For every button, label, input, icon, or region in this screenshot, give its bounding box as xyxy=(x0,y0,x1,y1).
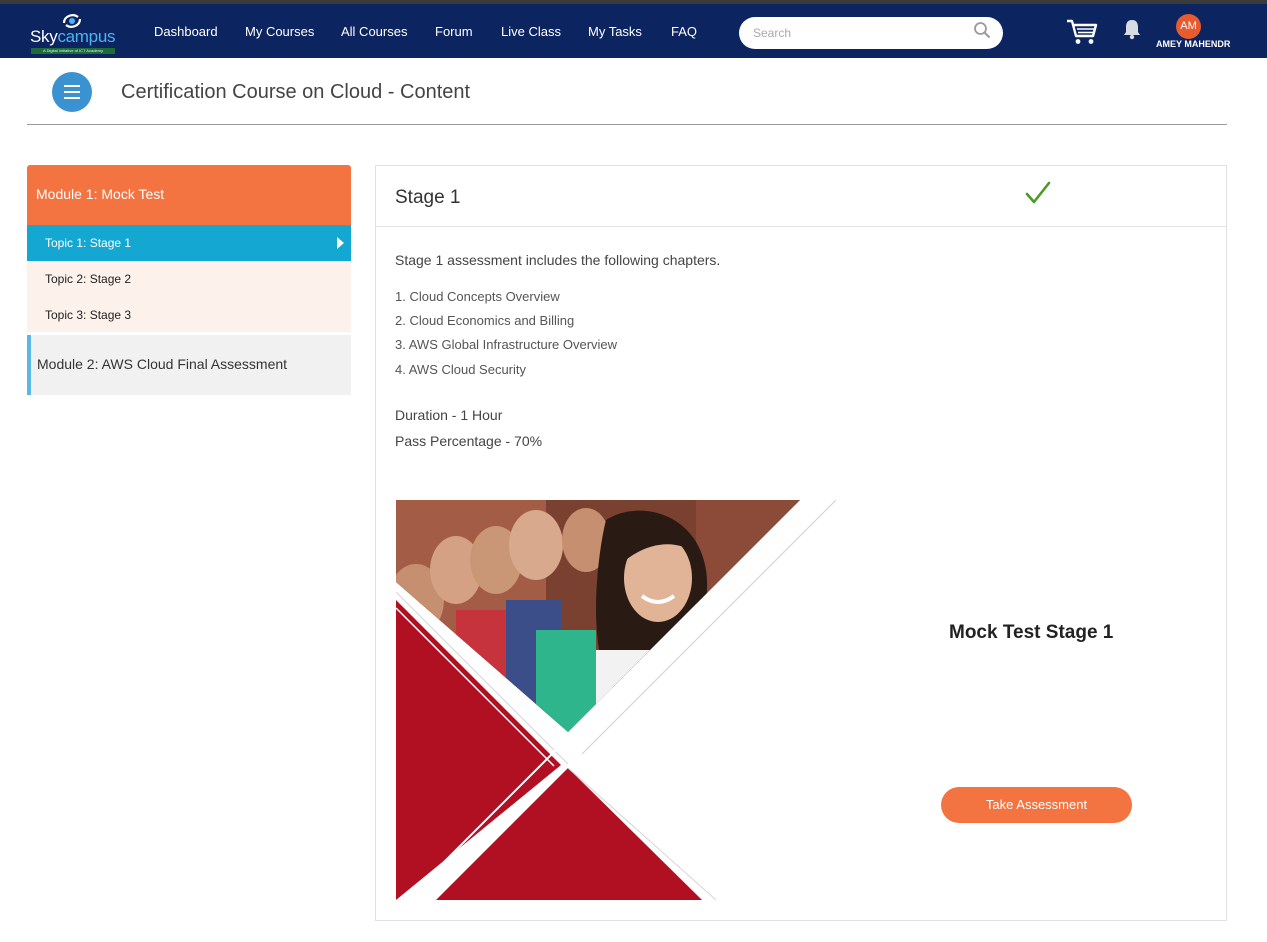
topic-stage-2[interactable]: Topic 2: Stage 2 xyxy=(27,261,351,297)
chapter-item: 4. AWS Cloud Security xyxy=(395,362,527,377)
take-assessment-button[interactable]: Take Assessment xyxy=(941,787,1132,823)
chapter-item: 2. Cloud Economics and Billing xyxy=(395,313,575,328)
nav-dashboard[interactable]: Dashboard xyxy=(154,24,218,39)
stage-title: Stage 1 xyxy=(395,187,461,208)
user-name[interactable]: AMEY MAHENDR xyxy=(1156,39,1230,49)
nav-my-tasks[interactable]: My Tasks xyxy=(588,24,642,39)
caret-right-icon xyxy=(337,237,344,249)
brand-name-part1: Sky xyxy=(30,27,58,46)
promo-image xyxy=(396,500,836,900)
nav-faq[interactable]: FAQ xyxy=(671,24,697,39)
module-2-label: Module 2: AWS Cloud Final Assessment xyxy=(37,356,288,372)
sidebar-module-2[interactable]: Module 2: AWS Cloud Final Assessment xyxy=(27,335,351,395)
brand-name: Skycampus xyxy=(30,27,115,47)
checkmark-icon xyxy=(1025,181,1051,204)
search-input[interactable] xyxy=(753,24,963,42)
brand-logo[interactable]: Skycampus A Digital Initiative of ICT Ac… xyxy=(28,12,120,54)
topic-label: Topic 3: Stage 3 xyxy=(45,308,132,322)
chapter-item: 3. AWS Global Infrastructure Overview xyxy=(395,337,618,352)
menu-toggle-button[interactable] xyxy=(52,72,92,112)
brand-name-part2: campus xyxy=(57,27,116,46)
bell-icon[interactable] xyxy=(1122,18,1142,40)
topic-label: Topic 2: Stage 2 xyxy=(45,272,132,286)
search-icon[interactable] xyxy=(973,21,991,39)
topic-stage-1[interactable]: Topic 1: Stage 1 xyxy=(27,225,351,261)
stage-intro: Stage 1 assessment includes the followin… xyxy=(395,252,721,268)
search-box xyxy=(739,17,1003,49)
nav-live-class[interactable]: Live Class xyxy=(501,24,561,39)
chapter-item: 1. Cloud Concepts Overview xyxy=(395,289,560,304)
top-navbar: Skycampus A Digital Initiative of ICT Ac… xyxy=(0,4,1267,58)
nav-all-courses[interactable]: All Courses xyxy=(341,24,407,39)
nav-my-courses[interactable]: My Courses xyxy=(245,24,314,39)
duration-text: Duration - 1 Hour xyxy=(395,407,503,423)
sidebar-module-1[interactable]: Module 1: Mock Test xyxy=(27,165,351,225)
nav-forum[interactable]: Forum xyxy=(435,24,473,39)
mock-test-title: Mock Test Stage 1 xyxy=(949,622,1114,643)
cart-icon[interactable] xyxy=(1066,18,1098,46)
user-avatar[interactable]: AM xyxy=(1176,14,1201,39)
brand-tagline: A Digital Initiative of ICT Academy xyxy=(31,48,115,54)
title-divider xyxy=(27,124,1227,125)
page-title: Certification Course on Cloud - Content xyxy=(121,81,471,103)
card-header-divider xyxy=(376,226,1226,227)
module-1-label: Module 1: Mock Test xyxy=(36,186,165,202)
hamburger-icon xyxy=(64,85,80,87)
topic-label: Topic 1: Stage 1 xyxy=(45,236,132,250)
pass-percentage-text: Pass Percentage - 70% xyxy=(395,433,543,449)
topic-stage-3[interactable]: Topic 3: Stage 3 xyxy=(27,297,351,333)
